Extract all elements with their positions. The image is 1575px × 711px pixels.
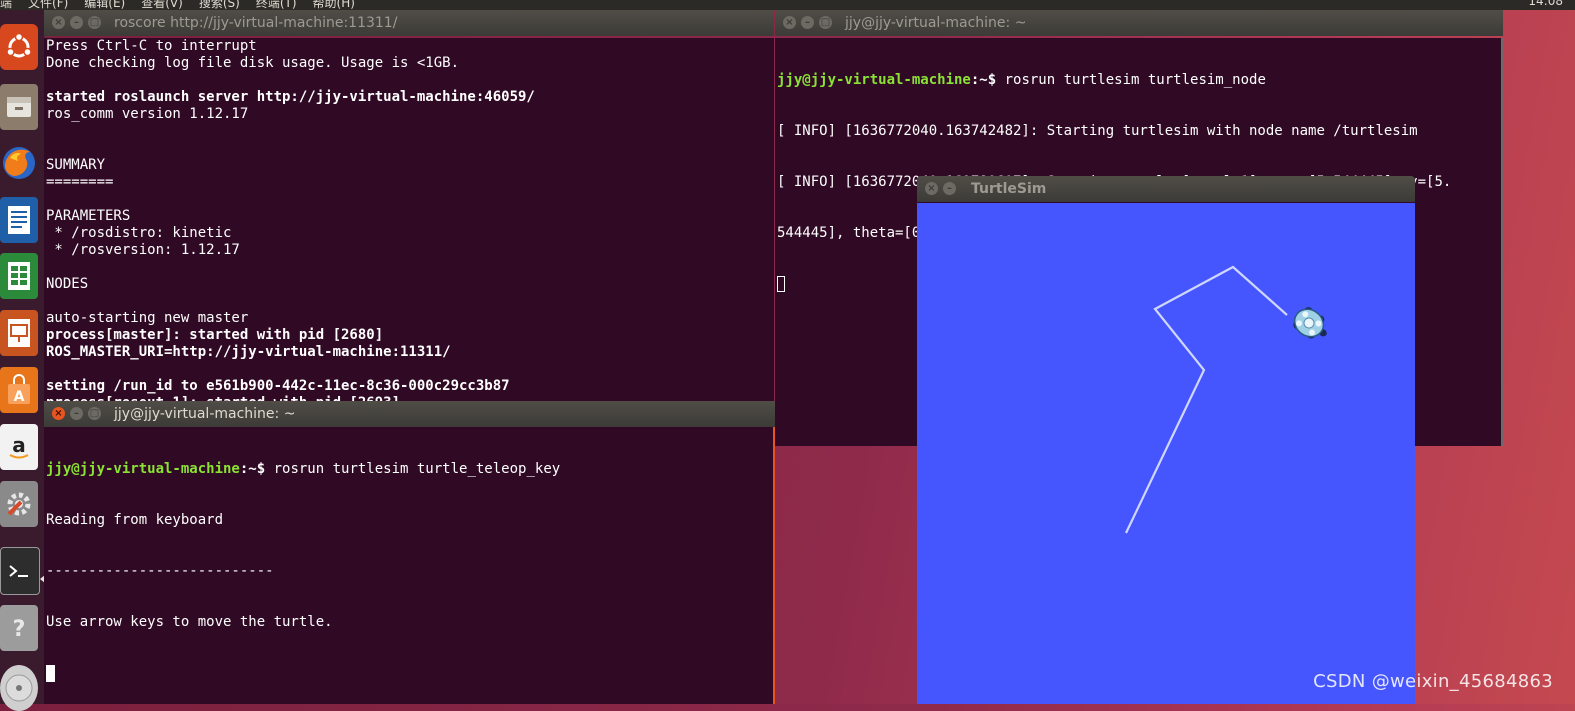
close-icon[interactable]: × — [52, 407, 65, 420]
output-line: SUMMARY — [46, 157, 106, 173]
prompt-path: :~$ — [239, 461, 274, 477]
prompt-user: jjy@jjy-virtual-machine — [46, 461, 240, 477]
output-line: * /rosdistro: kinetic — [46, 225, 232, 241]
teleop-terminal-window[interactable]: × – □ jjy@jjy-virtual-machine: ~ jjy@jjy… — [44, 401, 775, 704]
files-icon[interactable] — [0, 84, 38, 130]
turtlesim-drawing — [917, 203, 1415, 704]
prompt-path: :~$ — [970, 72, 1005, 88]
window-title: TurtleSim — [971, 181, 1047, 197]
output-line: Done checking log file disk usage. Usage… — [46, 55, 460, 71]
settings-icon[interactable] — [0, 481, 38, 527]
window-title: jjy@jjy-virtual-machine: ~ — [845, 15, 1027, 31]
top-menu: 端 文件(F) 编辑(E) 查看(V) 搜索(S) 终端(T) 帮助(H) — [0, 0, 371, 10]
dvd-icon[interactable] — [0, 665, 38, 711]
canvas-background — [917, 203, 1415, 704]
output-line: ======== — [46, 174, 114, 190]
minimize-icon[interactable]: – — [801, 16, 814, 29]
writer-icon[interactable] — [0, 197, 38, 243]
top-menu-item[interactable]: 帮助(H) — [313, 0, 355, 10]
output-line: Use arrow keys to move the turtle. — [46, 614, 333, 630]
top-menu-bar: 端 文件(F) 编辑(E) 查看(V) 搜索(S) 终端(T) 帮助(H) 14:08 — [0, 0, 1575, 10]
amazon-icon[interactable]: a — [0, 424, 38, 470]
output-line: Reading from keyboard — [46, 512, 224, 528]
output-line: Press Ctrl-C to interrupt — [46, 38, 257, 54]
turtlesim-window[interactable]: × – TurtleSim — [917, 176, 1415, 704]
watermark: CSDN @weixin_45684863 — [1313, 671, 1553, 692]
top-menu-item[interactable]: 编辑(E) — [84, 0, 125, 10]
maximize-icon[interactable]: □ — [88, 407, 101, 420]
help-icon[interactable]: ? — [0, 605, 38, 651]
maximize-icon[interactable]: □ — [88, 16, 101, 29]
top-menu-item[interactable]: 搜索(S) — [199, 0, 240, 10]
window-titlebar[interactable]: × – TurtleSim — [917, 176, 1415, 202]
output-line: process[master]: started with pid [2680] — [46, 327, 384, 343]
terminal-output[interactable]: Press Ctrl-C to interrupt Done checking l… — [44, 38, 774, 405]
output-line: auto-starting new master — [46, 310, 249, 326]
turtlesim-canvas — [917, 203, 1415, 704]
prompt-line: jjy@jjy-virtual-machine:~$ rosrun turtle… — [46, 461, 773, 478]
top-menu-item[interactable]: 端 — [0, 0, 12, 10]
launcher: A a ? — [0, 10, 45, 711]
close-icon[interactable]: × — [925, 182, 938, 195]
window-titlebar[interactable]: × – □ jjy@jjy-virtual-machine: ~ — [44, 401, 775, 427]
command-text: rosrun turtlesim turtle_teleop_key — [273, 461, 561, 477]
minimize-icon[interactable]: – — [943, 182, 956, 195]
software-center-icon[interactable]: A — [0, 367, 38, 413]
top-menu-item[interactable]: 查看(V) — [141, 0, 183, 10]
top-menu-item[interactable]: 终端(T) — [256, 0, 297, 10]
calc-icon[interactable] — [0, 253, 38, 299]
prompt-line: jjy@jjy-virtual-machine:~$ rosrun turtle… — [777, 72, 1501, 89]
command-text: rosrun turtlesim turtlesim_node — [1004, 72, 1266, 88]
output-line: --------------------------- — [46, 563, 274, 579]
text-cursor — [46, 665, 55, 682]
roscore-terminal-window[interactable]: × – □ roscore http://jjy-virtual-machine… — [44, 10, 774, 405]
terminal-icon[interactable] — [0, 547, 40, 595]
output-line: setting /run_id to e561b900-442c-11ec-8c… — [46, 378, 510, 394]
output-line: [ INFO] [1636772040.163742482]: Starting… — [777, 123, 1418, 139]
window-title: jjy@jjy-virtual-machine: ~ — [114, 406, 296, 422]
close-icon[interactable]: × — [783, 16, 796, 29]
window-title: roscore http://jjy-virtual-machine:11311… — [114, 15, 398, 31]
maximize-icon[interactable]: □ — [819, 16, 832, 29]
minimize-icon[interactable]: – — [70, 407, 83, 420]
window-titlebar[interactable]: × – □ jjy@jjy-virtual-machine: ~ — [775, 10, 1503, 36]
svg-text:a: a — [12, 433, 26, 457]
svg-text:A: A — [14, 389, 25, 405]
ubuntu-logo-icon[interactable] — [0, 24, 38, 70]
output-line: started roslaunch server http://jjy-virt… — [46, 89, 535, 105]
prompt-user: jjy@jjy-virtual-machine — [777, 72, 971, 88]
output-line: ros_comm version 1.12.17 — [46, 106, 249, 122]
firefox-icon[interactable] — [0, 140, 38, 186]
svg-text:?: ? — [13, 617, 26, 642]
output-line: * /rosversion: 1.12.17 — [46, 242, 240, 258]
output-line: ROS_MASTER_URI=http://jjy-virtual-machin… — [46, 344, 451, 360]
output-line: NODES — [46, 276, 89, 292]
minimize-icon[interactable]: – — [70, 16, 83, 29]
window-titlebar[interactable]: × – □ roscore http://jjy-virtual-machine… — [44, 10, 774, 36]
close-icon[interactable]: × — [52, 16, 65, 29]
top-menu-item[interactable]: 文件(F) — [28, 0, 68, 10]
clock[interactable]: 14:08 — [1528, 0, 1563, 8]
output-line: PARAMETERS — [46, 208, 131, 224]
terminal-output[interactable]: jjy@jjy-virtual-machine:~$ rosrun turtle… — [44, 427, 775, 704]
impress-icon[interactable] — [0, 310, 38, 356]
text-cursor — [777, 276, 785, 292]
